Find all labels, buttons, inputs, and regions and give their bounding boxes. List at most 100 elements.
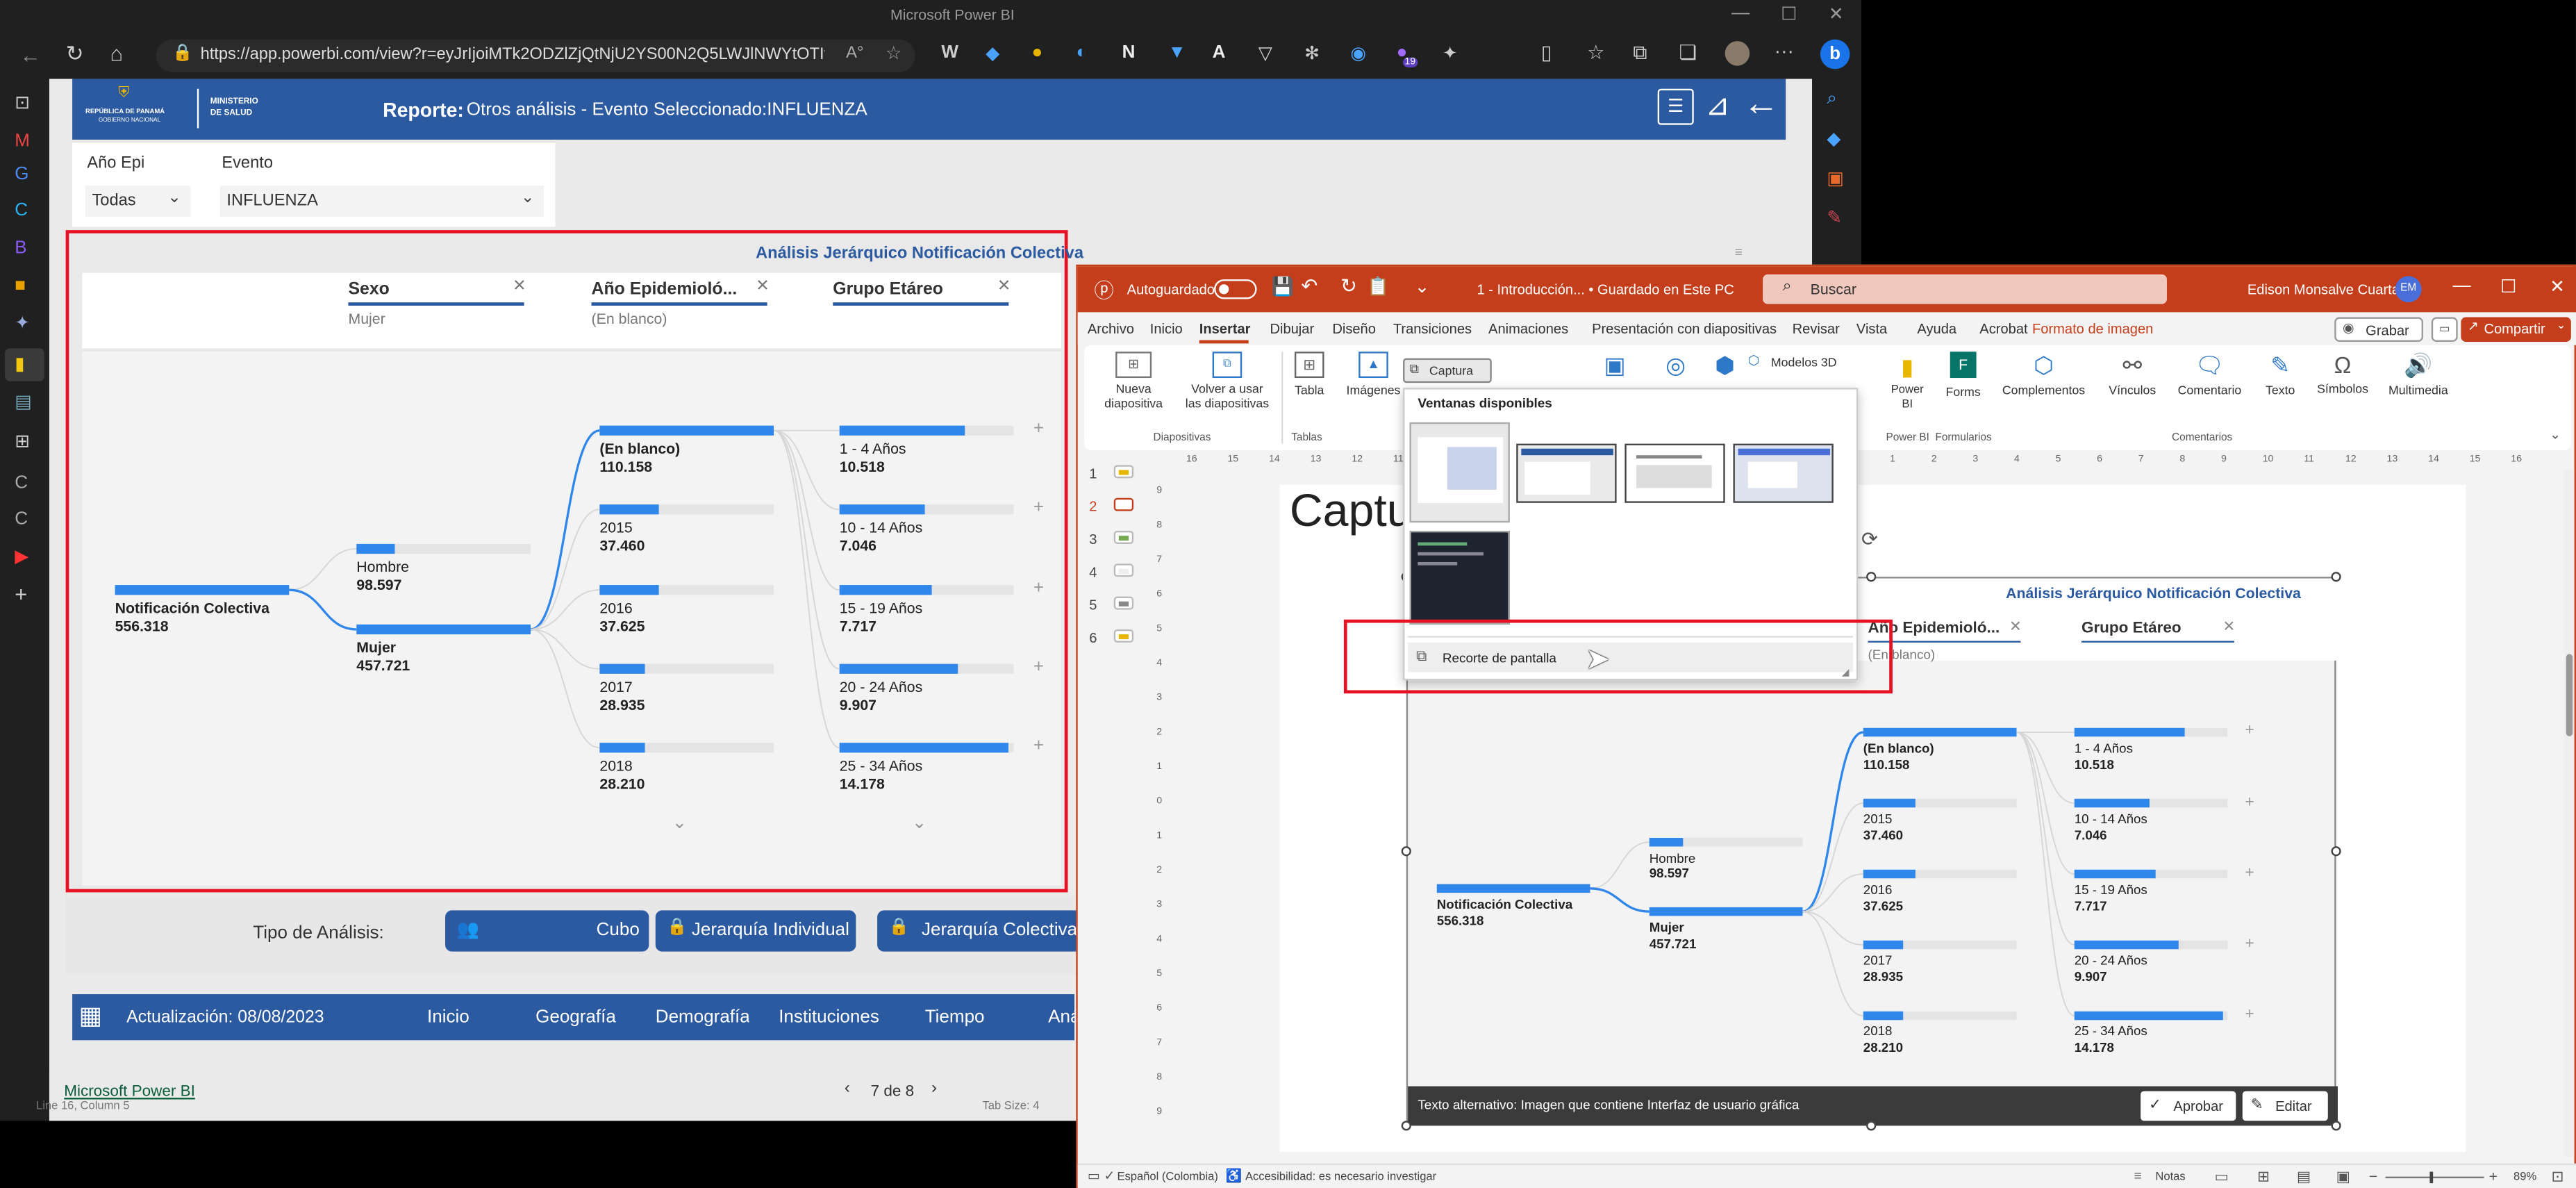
age-node-label[interactable]: 10 - 14 Años [2075, 812, 2147, 827]
symbols-button[interactable]: Ω Símbolos [2313, 352, 2372, 425]
approve-button[interactable]: ✓ Aprobar [2141, 1091, 2236, 1121]
close-icon[interactable]: ✕ [997, 278, 1011, 296]
split-screen-icon[interactable]: ▯ [1541, 41, 1552, 64]
home-icon[interactable]: ⌂ [110, 41, 123, 65]
year-node-label[interactable]: 2017 [599, 679, 632, 695]
redo-icon[interactable]: ↻ [1340, 274, 1357, 297]
new-tab-icon[interactable]: + [15, 581, 27, 606]
sex-node-label[interactable]: Mujer [1650, 921, 1684, 935]
briefcase-icon[interactable]: ▣ [1827, 167, 1844, 189]
tab-animaciones[interactable]: Animaciones [1488, 320, 1568, 337]
expand-plus-icon[interactable]: + [2245, 1005, 2254, 1023]
nav-item-tiempo[interactable]: Tiempo [925, 1007, 985, 1027]
age-node-label[interactable]: 20 - 24 Años [840, 679, 923, 695]
site-tab-icon[interactable]: C [15, 473, 28, 493]
close-icon[interactable]: ✕ [2550, 276, 2565, 297]
year-node-label[interactable]: 2016 [599, 600, 632, 616]
zoom-slider[interactable] [2385, 1171, 2484, 1184]
expand-plus-icon[interactable]: + [2245, 722, 2254, 740]
tools-icon[interactable]: ✎ [1827, 207, 1842, 228]
expand-plus-icon[interactable]: + [1033, 657, 1044, 677]
site-tab-icon[interactable]: ✦ [15, 312, 30, 333]
extension-icon[interactable]: N [1122, 43, 1136, 63]
apps-tab-icon[interactable]: ■ [15, 276, 26, 295]
age-node-label[interactable]: 25 - 34 Años [840, 757, 923, 774]
table-button[interactable]: ⊞ Tabla [1288, 352, 1331, 425]
reload-icon[interactable]: ↻ [66, 41, 84, 67]
shapes-button[interactable]: ▣ [1590, 352, 1640, 393]
powerbi-footer-link[interactable]: Microsoft Power BI [64, 1083, 195, 1101]
save-icon[interactable]: 💾 [1272, 276, 1294, 297]
resize-handle[interactable] [1401, 846, 1411, 857]
language-status[interactable]: Español (Colombia) [1117, 1172, 1218, 1184]
clipboard-icon[interactable]: 📋 [1367, 276, 1389, 297]
resize-handle[interactable] [2331, 1121, 2341, 1131]
address-bar[interactable]: 🔒 https://app.powerbi.com/view?r=eyJrIjo… [156, 39, 915, 73]
forms-button[interactable]: F Forms [1938, 352, 1988, 425]
year-node-label[interactable]: 2015 [1863, 812, 1893, 827]
nav-item-inicio[interactable]: Inicio [427, 1007, 470, 1027]
google-tab-icon[interactable]: G [15, 165, 28, 184]
year-node-label[interactable]: 2015 [599, 519, 632, 536]
site-tab-icon[interactable]: ⊞ [15, 431, 30, 452]
capture-button[interactable]: ⧉ Captura [1403, 358, 1492, 383]
powerbi-button[interactable]: ▮ Power BI [1886, 352, 1929, 425]
tab-ayuda[interactable]: Ayuda [1917, 320, 1956, 337]
close-icon[interactable]: ✕ [756, 278, 770, 296]
sex-node-label[interactable]: Hombre [1650, 851, 1696, 866]
customize-icon[interactable]: ⌄ [1415, 276, 1430, 297]
links-button[interactable]: ⚯ Vínculos [2103, 352, 2162, 425]
comments-button[interactable]: ▭ [2431, 317, 2458, 343]
tab-dibujar[interactable]: Dibujar [1270, 320, 1314, 337]
close-icon[interactable]: ✕ [2222, 618, 2235, 636]
favorites-bar-icon[interactable]: ☆ [1587, 41, 1604, 64]
sex-node-label[interactable]: Mujer [356, 639, 396, 656]
tag-icon[interactable]: ◆ [1827, 129, 1840, 149]
cube-button[interactable]: 👥 Cubo [445, 910, 649, 952]
fit-slide-icon[interactable]: ⊡ [2551, 1169, 2563, 1187]
slide-thumbnail[interactable] [1113, 563, 1134, 577]
sex-node-label[interactable]: Hombre [356, 559, 409, 575]
nav-item-demografía[interactable]: Demografía [656, 1007, 750, 1027]
reading-view-icon[interactable]: ▤ [2297, 1169, 2311, 1187]
notes-button[interactable]: Notas [2155, 1172, 2185, 1184]
extension-icon[interactable]: ◉ [1350, 43, 1366, 64]
collections-icon[interactable]: ⧉ [1633, 41, 1647, 65]
extension-icon[interactable]: ▽ [1258, 43, 1272, 64]
resize-handle[interactable] [1401, 1121, 1411, 1131]
site-tab-icon[interactable]: C [15, 201, 28, 220]
accessibility-status[interactable]: Accesibilidad: es necesario investigar [1245, 1172, 1436, 1184]
slideshow-icon[interactable]: ▣ [2336, 1169, 2350, 1187]
tab-vista[interactable]: Vista [1856, 320, 1887, 337]
event-filter-select[interactable]: INFLUENZA ⌄ [219, 185, 544, 217]
minimize-icon[interactable]: — [1731, 3, 1750, 23]
next-page-icon[interactable]: › [931, 1080, 937, 1098]
year-node-label[interactable]: (En blanco) [599, 440, 680, 457]
root-node-label[interactable]: Notificación Colectiva [115, 600, 269, 616]
tab-transiciones[interactable]: Transiciones [1393, 320, 1472, 337]
resize-handle[interactable] [1866, 1121, 1877, 1131]
back-arrow-icon[interactable]: ← [1743, 82, 1779, 125]
slide-view-icon[interactable]: ▭ [1088, 1169, 1100, 1183]
collapse-ribbon-icon[interactable]: ⌄ [2550, 427, 2561, 442]
powerbi-tab-active[interactable]: ▮ [5, 348, 44, 381]
resize-handle[interactable] [2331, 846, 2341, 857]
year-node-label[interactable]: 2018 [1863, 1024, 1893, 1039]
expand-plus-icon[interactable]: + [2245, 793, 2254, 811]
nav-item-geografía[interactable]: Geografía [535, 1007, 616, 1027]
edit-alt-button[interactable]: ✎ Editar [2242, 1091, 2328, 1121]
icons-button[interactable]: ◎ [1659, 352, 1692, 393]
tab-acrobat[interactable]: Acrobat [1979, 320, 2027, 337]
window-thumbnail[interactable] [1624, 443, 1725, 503]
user-avatar[interactable]: EM [2395, 276, 2422, 303]
tab-presentación-con-diapositivas[interactable]: Presentación con diapositivas [1592, 320, 1777, 337]
tab-insertar[interactable]: Insertar [1199, 320, 1251, 337]
slide-thumbnail[interactable] [1113, 596, 1134, 610]
maximize-icon[interactable]: ☐ [2500, 276, 2516, 297]
root-node-label[interactable]: Notificación Colectiva [1437, 897, 1572, 911]
age-node-label[interactable]: 15 - 19 Años [2075, 882, 2147, 897]
extension-icon[interactable]: ✻ [1304, 43, 1320, 64]
close-icon[interactable]: ✕ [513, 278, 526, 296]
expand-plus-icon[interactable]: + [1033, 419, 1044, 438]
tab-revisar[interactable]: Revisar [1793, 320, 1840, 337]
